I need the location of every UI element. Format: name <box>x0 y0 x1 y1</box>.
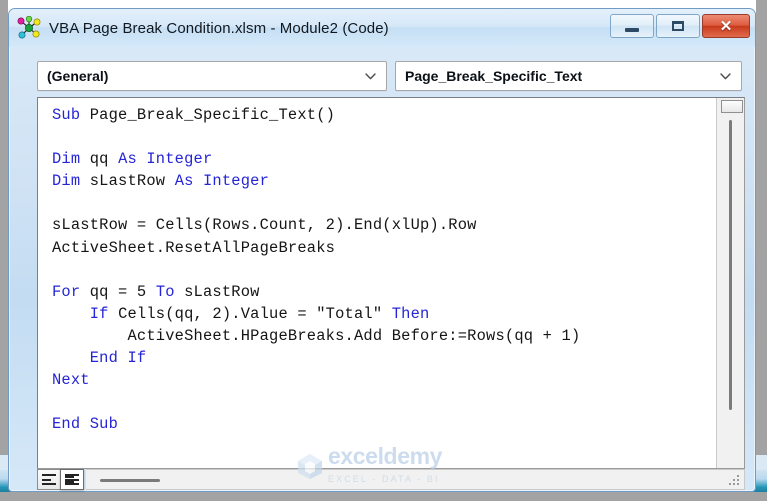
vba-editor-window: VBA Page Break Condition.xlsm - Module2 … <box>8 8 756 492</box>
title-bar[interactable]: VBA Page Break Condition.xlsm - Module2 … <box>9 9 755 47</box>
close-button[interactable]: ✕ <box>702 14 750 38</box>
code-keyword: Sub <box>52 106 90 124</box>
scroll-up-button[interactable] <box>721 100 743 113</box>
vba-module-icon <box>17 15 41 40</box>
code-keyword: If <box>89 304 119 323</box>
code-token: Cells(qq, 2).Value = "Total" <box>118 304 392 323</box>
code-keyword: Next <box>52 371 90 390</box>
code-text: Sub Page_Break_Specific_Text() Dim qq As… <box>52 104 580 435</box>
maximize-button[interactable] <box>656 14 700 38</box>
window-title: VBA Page Break Condition.xlsm - Module2 … <box>49 19 389 37</box>
window-controls: ✕ <box>610 14 750 38</box>
backdrop-right-edge <box>756 0 767 501</box>
procedure-view-button[interactable] <box>37 469 61 490</box>
code-pane: Sub Page_Break_Specific_Text() Dim qq As… <box>37 97 745 469</box>
editor-client-area: (General) Page_Break_Specific_Text Sub P… <box>15 47 751 490</box>
minimize-button[interactable] <box>610 14 654 38</box>
procedure-view-icon <box>42 474 56 485</box>
backdrop-bottom-edge <box>0 492 767 501</box>
code-token: Page_Break_Specific_Text() <box>89 106 336 124</box>
code-token: qq = 5 <box>89 282 156 301</box>
code-token: ActiveSheet.HPageBreaks.Add Before:=Rows… <box>52 326 581 345</box>
backdrop-left-edge <box>0 0 8 501</box>
minimize-icon <box>625 27 639 32</box>
code-token: ActiveSheet.ResetAllPageBreaks <box>52 238 336 257</box>
horizontal-scrollbar-thumb[interactable] <box>100 479 160 482</box>
maximize-icon <box>672 21 684 31</box>
code-pane-header: (General) Page_Break_Specific_Text <box>37 61 745 93</box>
procedure-dropdown-value: Page_Break_Specific_Text <box>405 68 583 84</box>
horizontal-scrollbar[interactable] <box>86 469 745 490</box>
code-keyword: End If <box>89 349 147 368</box>
object-dropdown[interactable]: (General) <box>37 61 387 91</box>
close-icon: ✕ <box>719 17 733 35</box>
code-token: qq <box>89 150 119 169</box>
code-pane-footer <box>37 469 745 491</box>
code-keyword: Dim <box>52 172 90 191</box>
code-keyword: End Sub <box>52 415 119 434</box>
code-keyword: To <box>155 282 185 301</box>
code-token: sLastRow = Cells(Rows.Count, 2).End(xlUp… <box>52 216 477 235</box>
vertical-scrollbar-thumb[interactable] <box>729 120 732 410</box>
full-module-view-button[interactable] <box>60 469 84 490</box>
object-dropdown-value: (General) <box>47 68 109 84</box>
procedure-dropdown[interactable]: Page_Break_Specific_Text <box>395 61 742 91</box>
vertical-scrollbar[interactable] <box>716 98 744 468</box>
code-keyword: Dim <box>52 150 90 169</box>
code-keyword: Then <box>391 304 430 323</box>
code-keyword: As Integer <box>174 172 270 191</box>
full-module-view-icon <box>65 474 79 485</box>
code-token: sLastRow <box>89 172 175 191</box>
code-keyword: As Integer <box>118 150 213 169</box>
chevron-down-icon <box>720 73 731 80</box>
chevron-down-icon <box>365 73 376 80</box>
resize-grip[interactable] <box>729 475 740 486</box>
code-editor[interactable]: Sub Page_Break_Specific_Text() Dim qq As… <box>38 98 716 450</box>
code-keyword: For <box>52 282 90 301</box>
code-token: sLastRow <box>184 282 260 301</box>
